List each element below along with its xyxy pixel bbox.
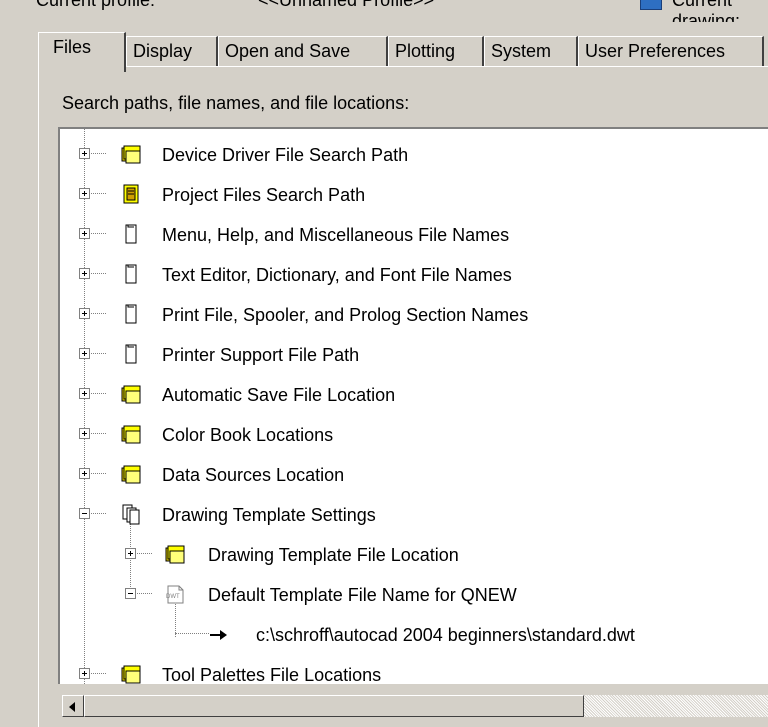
tree-item-label: Text Editor, Dictionary, and Font File N…	[162, 265, 512, 285]
tree-item-label: Automatic Save File Location	[162, 385, 396, 405]
tab-label: Display	[133, 41, 193, 61]
tree-item[interactable]: Automatic Save File Location	[60, 381, 760, 409]
collapse-button[interactable]	[79, 508, 90, 519]
tree-item-label: Tool Palettes File Locations	[162, 665, 382, 684]
tree-item[interactable]: Menu, Help, and Miscellaneous File Names	[60, 221, 760, 249]
folder-stack-icon	[121, 665, 141, 684]
folder-stack-icon	[121, 465, 141, 484]
tree-item-label: Print File, Spooler, and Prolog Section …	[162, 305, 529, 325]
tab-label: User Preferences	[585, 41, 726, 61]
tab-system[interactable]: System	[484, 36, 578, 66]
tab-label: Plotting	[395, 41, 456, 61]
tree-item-label: Project Files Search Path	[162, 185, 366, 205]
tree-item[interactable]: Color Book Locations	[60, 421, 760, 449]
folder-stack-icon	[165, 545, 185, 564]
tree-item-label: Device Driver File Search Path	[162, 145, 409, 165]
expand-button[interactable]	[79, 228, 90, 239]
tree-item-label: Drawing Template Settings	[162, 505, 376, 525]
tree-item[interactable]: Device Driver File Search Path	[60, 141, 760, 169]
scroll-track[interactable]	[584, 695, 768, 717]
scroll-thumb[interactable]	[84, 695, 584, 717]
current-profile-name: <<Unnamed Profile>>	[258, 0, 435, 10]
tab-display[interactable]: Display	[126, 36, 218, 66]
expand-button[interactable]	[79, 428, 90, 439]
drawing-icon	[640, 0, 662, 10]
arrow-right-icon	[210, 630, 227, 640]
tree-item-label: Color Book Locations	[162, 425, 334, 445]
tree-item-label: Data Sources Location	[162, 465, 345, 485]
collapse-button[interactable]	[125, 588, 136, 599]
document-icon	[125, 304, 137, 324]
tree-item-label: Menu, Help, and Miscellaneous File Names	[162, 225, 510, 245]
scroll-left-button[interactable]	[62, 695, 84, 717]
dwt-badge: DWT	[166, 594, 180, 600]
folder-stack-icon	[121, 425, 141, 444]
tree-item-label: c:\schroff\autocad 2004 beginners\standa…	[256, 625, 635, 645]
tree-item-label: Drawing Template File Location	[208, 545, 459, 565]
document-icon	[125, 344, 137, 364]
tree-item-label: Printer Support File Path	[162, 345, 360, 365]
expand-button[interactable]	[79, 148, 90, 159]
expand-button[interactable]	[125, 548, 136, 559]
tree-item[interactable]: c:\schroff\autocad 2004 beginners\standa…	[60, 621, 760, 649]
tab-label: Open and Save	[225, 41, 351, 61]
tree-item[interactable]: Printer Support File Path	[60, 341, 760, 369]
expand-button[interactable]	[79, 268, 90, 279]
project-folder-icon	[123, 184, 139, 204]
current-drawing-label: Current drawing:	[672, 0, 741, 22]
tab-label: Files	[53, 37, 92, 57]
tree-item[interactable]: Data Sources Location	[60, 461, 760, 489]
tree-item[interactable]: Project Files Search Path	[60, 181, 760, 209]
profile-strip: Current profile: <<Unnamed Profile>> Cur…	[0, 0, 768, 22]
horizontal-scrollbar[interactable]	[60, 694, 768, 719]
tree-item[interactable]: Text Editor, Dictionary, and Font File N…	[60, 261, 760, 289]
documents-stack-icon	[122, 504, 140, 525]
tree-item[interactable]: Drawing Template Settings	[60, 501, 760, 529]
tab-user-preferences[interactable]: User Preferences	[578, 36, 764, 66]
file-locations-tree[interactable]: Device Driver File Search Path Project F…	[58, 127, 768, 684]
folder-stack-icon	[121, 145, 141, 164]
expand-button[interactable]	[79, 308, 90, 319]
tree-item[interactable]: Tool Palettes File Locations	[60, 661, 760, 684]
expand-button[interactable]	[79, 388, 90, 399]
expand-button[interactable]	[79, 468, 90, 479]
tab-label: System	[491, 41, 552, 61]
current-profile-label: Current profile:	[36, 0, 156, 10]
dwt-file-icon: DWT	[166, 585, 184, 604]
expand-button[interactable]	[79, 348, 90, 359]
tab-plotting[interactable]: Plotting	[388, 36, 484, 66]
tree-item[interactable]: Print File, Spooler, and Prolog Section …	[60, 301, 760, 329]
tree-caption: Search paths, file names, and file locat…	[62, 93, 410, 113]
tree-item[interactable]: DWT Default Template File Name for QNEW	[60, 581, 760, 609]
tree-item-label: Default Template File Name for QNEW	[208, 585, 517, 605]
options-tabs: Files Display Open and Save Plotting Sys…	[38, 32, 768, 72]
expand-button[interactable]	[79, 668, 90, 679]
document-icon	[125, 264, 137, 284]
tab-open-and-save[interactable]: Open and Save	[218, 36, 388, 66]
tab-files[interactable]: Files	[38, 32, 126, 72]
tree-item[interactable]: Drawing Template File Location	[60, 541, 760, 569]
folder-stack-icon	[121, 385, 141, 404]
document-icon	[125, 224, 137, 244]
expand-button[interactable]	[79, 188, 90, 199]
arrow-left-icon	[69, 702, 75, 712]
